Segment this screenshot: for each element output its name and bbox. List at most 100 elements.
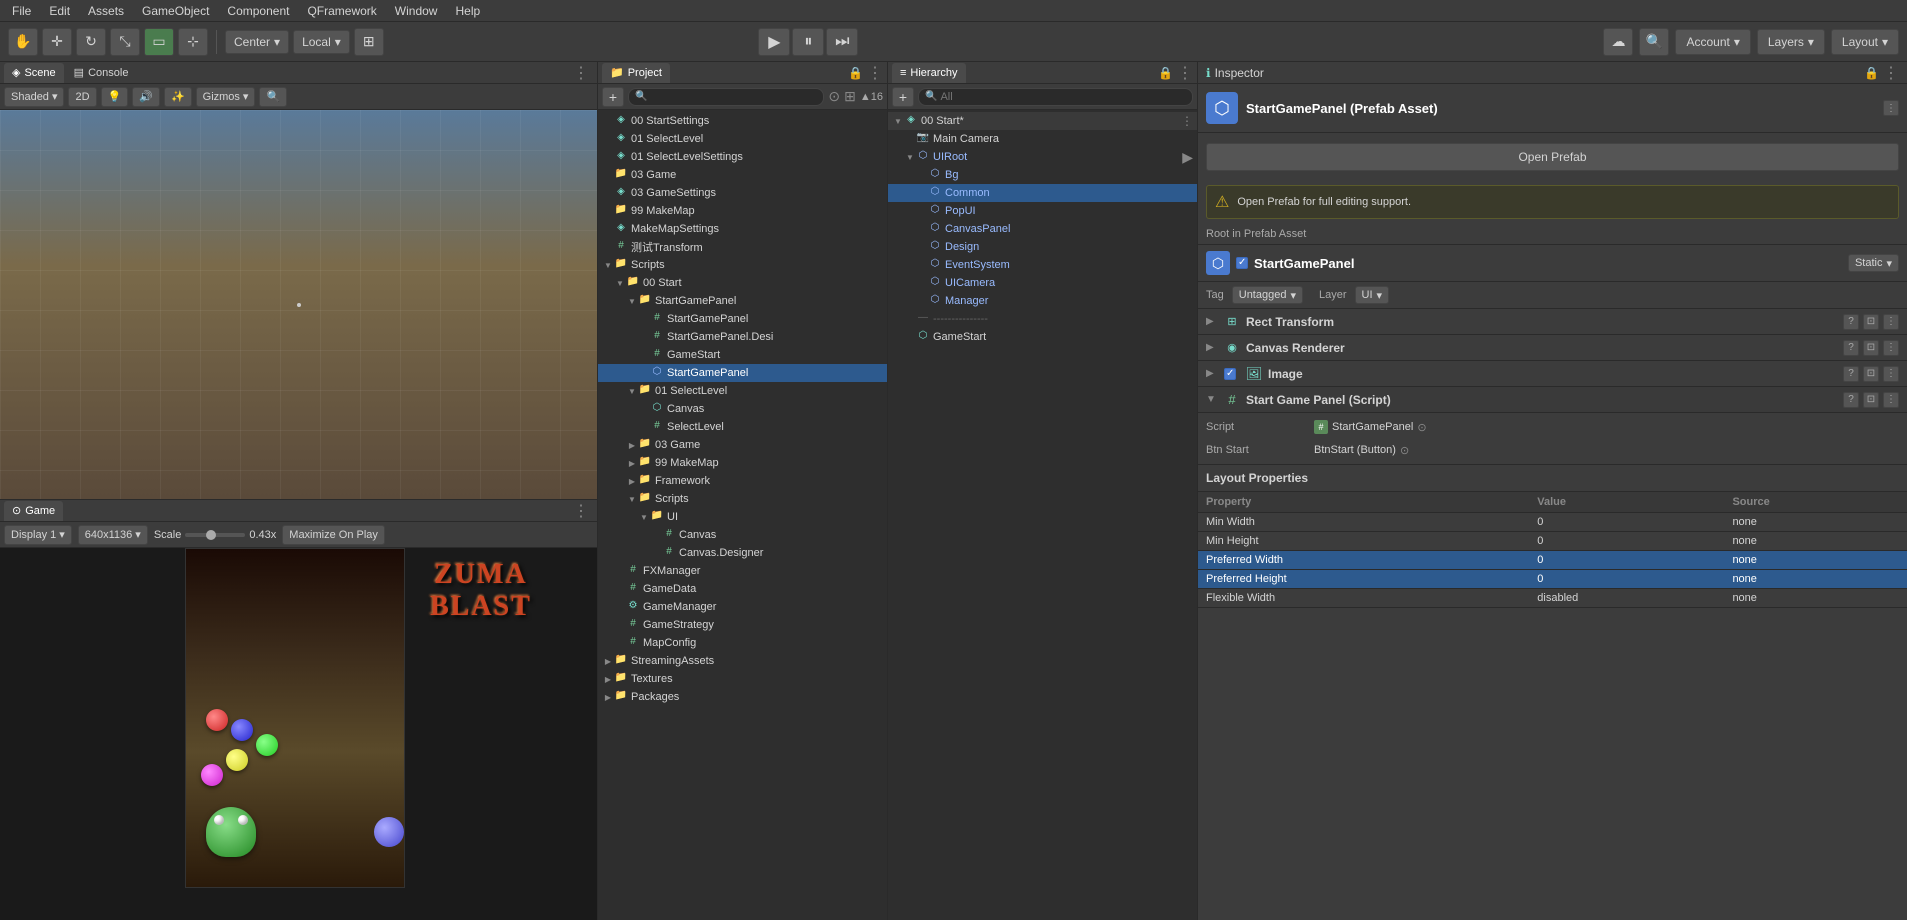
list-item[interactable]: ▶ 📁 Packages bbox=[598, 688, 887, 706]
pivot-dropdown[interactable]: Center ▾ bbox=[225, 30, 289, 54]
list-item[interactable]: # StartGamePanel bbox=[598, 310, 887, 328]
image-component[interactable]: ▶ 🖼 Image ? ⊡ ⋮ bbox=[1198, 361, 1907, 387]
list-item[interactable]: 📁 99 MakeMap bbox=[598, 202, 887, 220]
2d-btn[interactable]: 2D bbox=[68, 87, 96, 107]
tab-project[interactable]: 📁 Project bbox=[602, 63, 670, 83]
script-settings-btn[interactable]: ⊡ bbox=[1863, 392, 1879, 408]
list-item[interactable]: ⬡ Manager bbox=[888, 292, 1197, 310]
tab-hierarchy[interactable]: ≡ Hierarchy bbox=[892, 63, 966, 83]
tab-scene[interactable]: ◈ Scene bbox=[4, 63, 64, 83]
list-item[interactable]: ⬡ UICamera bbox=[888, 274, 1197, 292]
hierarchy-search-box[interactable]: 🔍 bbox=[918, 88, 1193, 106]
btn-start-field-value-container[interactable]: BtnStart (Button) ⊙ bbox=[1314, 444, 1409, 457]
layers-dropdown[interactable]: Layers ▾ bbox=[1757, 29, 1825, 55]
list-item[interactable]: ◈ MakeMapSettings bbox=[598, 220, 887, 238]
image-help-btn[interactable]: ? bbox=[1843, 366, 1859, 382]
transform-tool-btn[interactable]: ⊹ bbox=[178, 28, 208, 56]
script-menu-btn[interactable]: ⋮ bbox=[1883, 392, 1899, 408]
list-item[interactable]: # MapConfig bbox=[598, 634, 887, 652]
list-item[interactable]: ▶ 📁 Textures bbox=[598, 670, 887, 688]
list-item[interactable]: # SelectLevel bbox=[598, 418, 887, 436]
scale-tool-btn[interactable]: ⤡ bbox=[110, 28, 140, 56]
canvas-menu-btn[interactable]: ⋮ bbox=[1883, 340, 1899, 356]
list-item[interactable]: # GameStrategy bbox=[598, 616, 887, 634]
open-prefab-button[interactable]: Open Prefab bbox=[1206, 143, 1899, 171]
display-dropdown[interactable]: Display 1 ▾ bbox=[4, 525, 72, 545]
tab-game[interactable]: ⊙ Game bbox=[4, 501, 63, 521]
list-item[interactable]: ⬡ GameStart bbox=[888, 328, 1197, 346]
list-item[interactable]: ⬡ Bg bbox=[888, 166, 1197, 184]
shaded-dropdown[interactable]: Shaded ▾ bbox=[4, 87, 64, 107]
list-item[interactable]: 📁 03 Game bbox=[598, 166, 887, 184]
gizmos-dropdown[interactable]: Gizmos ▾ bbox=[196, 87, 256, 107]
rect-transform-component[interactable]: ▶ ⊞ Rect Transform ? ⊡ ⋮ bbox=[1198, 309, 1907, 335]
rect-settings-btn[interactable]: ⊡ bbox=[1863, 314, 1879, 330]
space-dropdown[interactable]: Local ▾ bbox=[293, 30, 350, 54]
list-item[interactable]: ⚙ GameManager bbox=[598, 598, 887, 616]
component-expand-arrow-icon[interactable]: ▶ bbox=[1206, 368, 1218, 379]
script-field-value-container[interactable]: # StartGamePanel ⊙ bbox=[1314, 420, 1427, 434]
list-item[interactable]: ◈ 01 SelectLevel bbox=[598, 130, 887, 148]
project-menu-btn[interactable]: ⋮ bbox=[867, 63, 883, 83]
hand-tool-btn[interactable]: ✋ bbox=[8, 28, 38, 56]
account-dropdown[interactable]: Account ▾ bbox=[1675, 29, 1750, 55]
list-item[interactable]: ⬡ StartGamePanel bbox=[598, 364, 887, 382]
menu-help[interactable]: Help bbox=[447, 2, 488, 20]
list-item[interactable]: ◈ 03 GameSettings bbox=[598, 184, 887, 202]
hierarchy-search-input[interactable] bbox=[940, 91, 1186, 103]
list-item[interactable]: ⬡ EventSystem bbox=[888, 256, 1197, 274]
menu-edit[interactable]: Edit bbox=[41, 2, 78, 20]
scene-search-btn[interactable]: 🔍 bbox=[259, 87, 287, 107]
project-search-box[interactable]: 🔍 bbox=[628, 88, 824, 106]
scale-slider[interactable] bbox=[185, 533, 245, 537]
layout-dropdown[interactable]: Layout ▾ bbox=[1831, 29, 1899, 55]
list-item[interactable]: ▼ 📁 Scripts bbox=[598, 490, 887, 508]
rect-menu-btn[interactable]: ⋮ bbox=[1883, 314, 1899, 330]
lock-icon[interactable]: 🔒 bbox=[848, 66, 863, 80]
search-cloud-btn[interactable]: 🔍 bbox=[1639, 28, 1669, 56]
tag-dropdown[interactable]: Untagged ▾ bbox=[1232, 286, 1303, 304]
static-dropdown[interactable]: Static ▾ bbox=[1848, 254, 1899, 272]
component-expand-arrow-icon[interactable]: ▶ bbox=[1206, 342, 1218, 353]
list-item[interactable]: ▼ 📁 00 Start bbox=[598, 274, 887, 292]
maximize-btn[interactable]: Maximize On Play bbox=[282, 525, 385, 545]
layer-dropdown[interactable]: UI ▾ bbox=[1355, 286, 1390, 304]
list-item[interactable]: ⬡ Common bbox=[888, 184, 1197, 202]
rect-tool-btn[interactable]: ▭ bbox=[144, 28, 174, 56]
list-item[interactable]: ▼ ◈ 00 Start* ⋮ bbox=[888, 112, 1197, 130]
list-item[interactable]: ▶ 📁 99 MakeMap bbox=[598, 454, 887, 472]
script-target-btn[interactable]: ⊙ bbox=[1417, 421, 1426, 434]
tab-console[interactable]: ▤ Console bbox=[66, 63, 137, 83]
rotate-tool-btn[interactable]: ↻ bbox=[76, 28, 106, 56]
hierarchy-menu-btn[interactable]: ⋮ bbox=[1177, 63, 1193, 83]
move-tool-btn[interactable]: ✛ bbox=[42, 28, 72, 56]
canvas-settings-btn[interactable]: ⊡ bbox=[1863, 340, 1879, 356]
list-item[interactable]: ⬡ Canvas bbox=[598, 400, 887, 418]
menu-component[interactable]: Component bbox=[219, 2, 297, 20]
list-item[interactable]: ◈ 00 StartSettings bbox=[598, 112, 887, 130]
add-gameobj-btn[interactable]: + bbox=[892, 87, 914, 107]
list-item[interactable]: ⬡ CanvasPanel bbox=[888, 220, 1197, 238]
scene-view[interactable] bbox=[0, 110, 597, 499]
image-settings-btn[interactable]: ⊡ bbox=[1863, 366, 1879, 382]
list-item[interactable]: ▶ 📁 StreamingAssets bbox=[598, 652, 887, 670]
audio-btn[interactable]: 🔊 bbox=[132, 87, 160, 107]
rect-help-btn[interactable]: ? bbox=[1843, 314, 1859, 330]
list-item[interactable]: 📷 Main Camera bbox=[888, 130, 1197, 148]
pause-button[interactable]: ⏸ bbox=[792, 28, 824, 56]
list-item[interactable]: ▶ 📁 03 Game bbox=[598, 436, 887, 454]
list-item[interactable]: ▼ 📁 Scripts bbox=[598, 256, 887, 274]
list-item[interactable]: # GameStart bbox=[598, 346, 887, 364]
inspector-menu-btn[interactable]: ⋮ bbox=[1883, 63, 1899, 83]
list-item[interactable]: # Canvas.Designer bbox=[598, 544, 887, 562]
image-checkbox[interactable] bbox=[1224, 368, 1236, 380]
grid-btn[interactable]: ⊞ bbox=[354, 28, 384, 56]
project-view-btn[interactable]: ⊞ bbox=[844, 88, 856, 105]
canvas-help-btn[interactable]: ? bbox=[1843, 340, 1859, 356]
menu-qframework[interactable]: QFramework bbox=[299, 2, 384, 20]
component-expand-arrow-icon[interactable]: ▶ bbox=[1206, 316, 1218, 327]
list-item[interactable]: ⬡ Design bbox=[888, 238, 1197, 256]
inspector-more-btn[interactable]: ⋮ bbox=[1883, 100, 1899, 116]
add-asset-btn[interactable]: + bbox=[602, 87, 624, 107]
btn-start-target-btn[interactable]: ⊙ bbox=[1400, 444, 1409, 457]
